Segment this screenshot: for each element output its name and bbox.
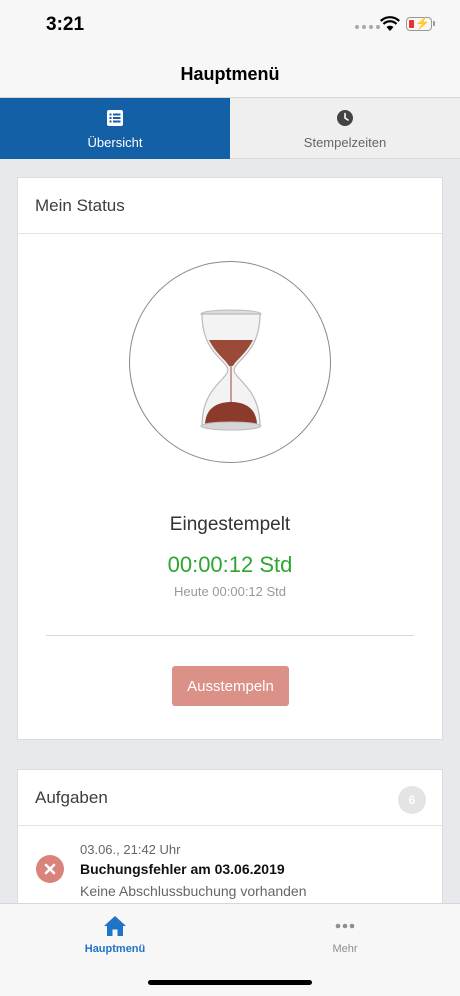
hourglass-icon <box>200 309 262 431</box>
clock-out-button[interactable]: Ausstempeln <box>172 666 289 706</box>
battery-tip <box>433 21 435 26</box>
status-circle <box>129 261 331 463</box>
tasks-card-header: Aufgaben 6 <box>18 770 442 826</box>
tabbar-label: Hauptmenü <box>84 943 146 955</box>
segment-tabs: Übersicht Stempelzeiten <box>0 98 460 159</box>
tasks-card-title: Aufgaben <box>35 787 108 807</box>
list-icon <box>107 110 123 126</box>
clock-icon <box>337 110 353 126</box>
tabbar-item-mehr[interactable]: Mehr <box>230 904 460 964</box>
status-time: 3:21 <box>46 14 85 35</box>
tabbar-label: Mehr <box>332 943 358 955</box>
home-icon <box>104 916 126 936</box>
task-description: Keine Abschlussbuchung vorhanden <box>80 883 307 899</box>
cellular-signal-icon <box>355 25 380 29</box>
task-item[interactable]: 03.06., 21:42 Uhr Buchungsfehler am 03.0… <box>18 827 442 907</box>
wifi-icon <box>380 16 400 31</box>
error-x-icon <box>36 855 64 883</box>
task-title: Buchungsfehler am 03.06.2019 <box>80 861 285 877</box>
status-bar: 3:21 ⚡ <box>0 0 460 50</box>
divider <box>46 635 414 636</box>
status-card-title: Mein Status <box>18 178 442 234</box>
page-title: Hauptmenü <box>180 64 280 84</box>
battery-icon: ⚡ <box>406 16 432 31</box>
task-count-badge: 6 <box>398 786 426 814</box>
tab-stempelzeiten[interactable]: Stempelzeiten <box>230 98 460 159</box>
elapsed-timer: 00:00:12 Std <box>167 552 293 577</box>
more-dots-icon <box>335 923 355 929</box>
status-card: Mein Status Eingestempelt 00:00:12 Std H… <box>17 177 443 740</box>
today-total: Heute 00:00:12 Std <box>173 584 287 599</box>
home-indicator[interactable] <box>148 980 312 985</box>
navigation-bar: Hauptmenü <box>0 50 460 98</box>
tab-uebersicht[interactable]: Übersicht <box>0 98 230 159</box>
tab-label: Stempelzeiten <box>303 135 387 150</box>
tabbar-item-hauptmenue[interactable]: Hauptmenü <box>0 904 230 964</box>
clock-state: Eingestempelt <box>169 514 291 535</box>
tab-label: Übersicht <box>87 135 143 150</box>
task-date: 03.06., 21:42 Uhr <box>80 842 181 857</box>
